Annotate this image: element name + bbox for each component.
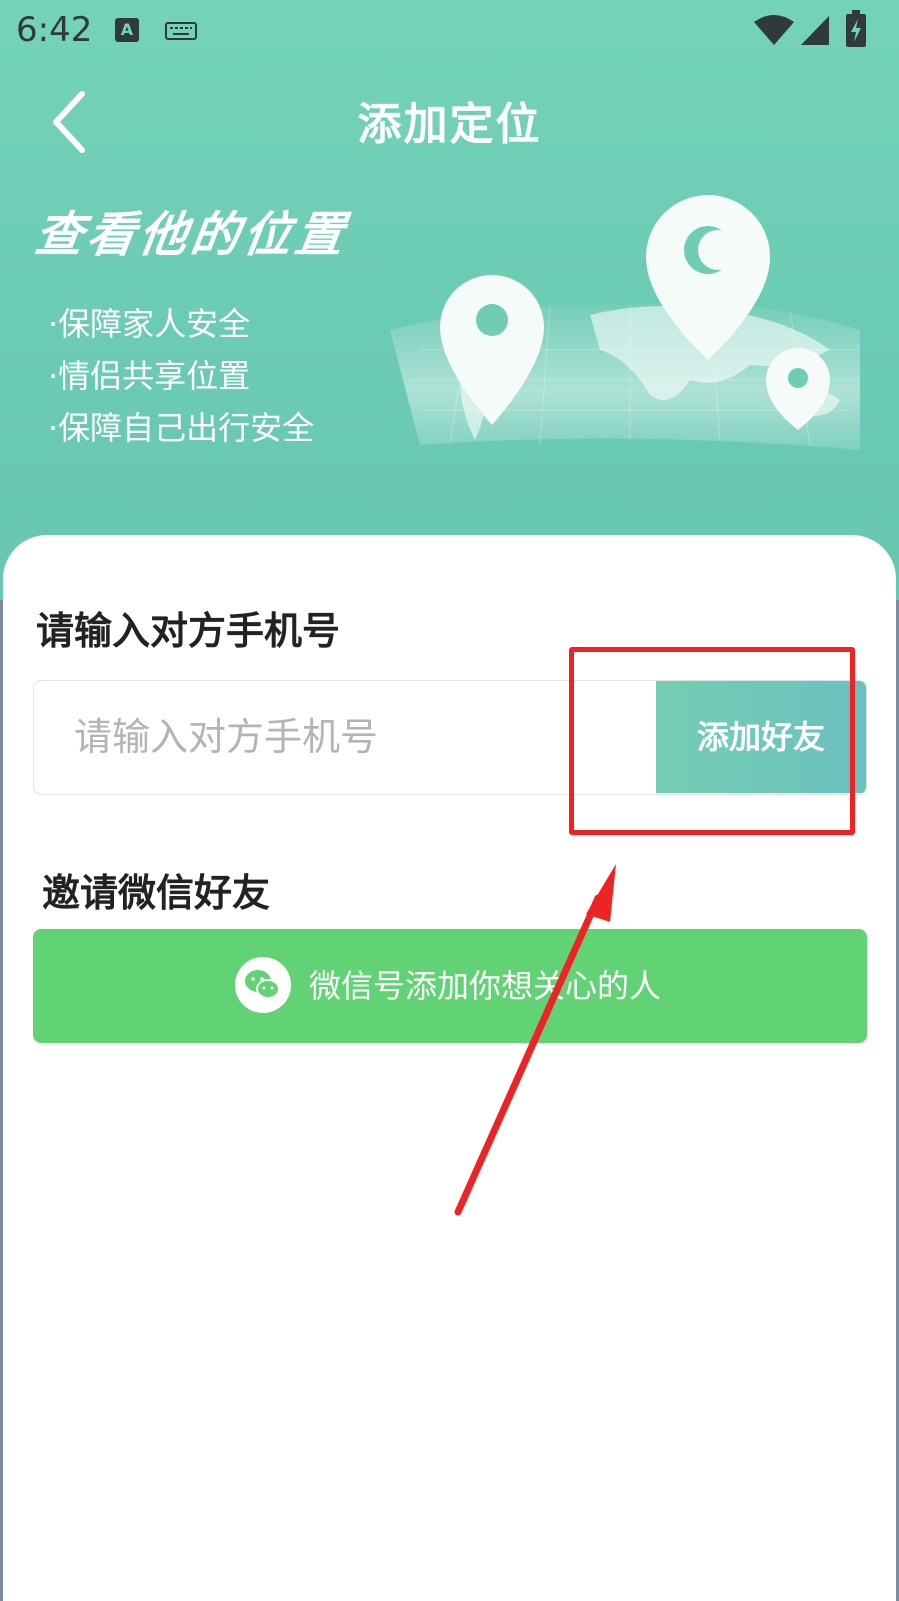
phone-input-group: 添加好友 — [33, 680, 867, 795]
feature-list: ·保障家人安全 ·情侣共享位置 ·保障自己出行安全 — [48, 298, 314, 454]
wechat-invite-button[interactable]: 微信号添加你想关心的人 — [33, 929, 867, 1043]
signal-icon — [801, 16, 829, 45]
world-map-illustration — [390, 195, 860, 450]
wechat-section-label: 邀请微信好友 — [42, 871, 271, 915]
status-time: 6:42 — [16, 10, 93, 50]
input-method-icon: A — [115, 18, 139, 42]
wechat-icon — [235, 957, 291, 1013]
banner-title: 查看他的位置 — [31, 207, 352, 263]
keyboard-icon — [165, 22, 197, 40]
feature-item: ·保障自己出行安全 — [48, 409, 315, 447]
header-banner: 6:42 A 添加定位 查看他的位置 ·保障家人安全 ·情侣共享位置 ·保障自己… — [0, 0, 899, 600]
battery-charging-icon — [846, 10, 866, 47]
feature-item: ·情侣共享位置 — [48, 357, 251, 395]
add-friend-button[interactable]: 添加好友 — [656, 681, 866, 793]
wifi-icon — [754, 15, 794, 45]
phone-section-label: 请输入对方手机号 — [36, 609, 341, 653]
status-bar: 6:42 A — [0, 0, 899, 62]
wechat-invite-label: 微信号添加你想关心的人 — [309, 967, 662, 1005]
page-title: 添加定位 — [357, 99, 542, 150]
feature-item: ·保障家人安全 — [48, 305, 251, 343]
phone-number-input[interactable] — [34, 681, 659, 793]
